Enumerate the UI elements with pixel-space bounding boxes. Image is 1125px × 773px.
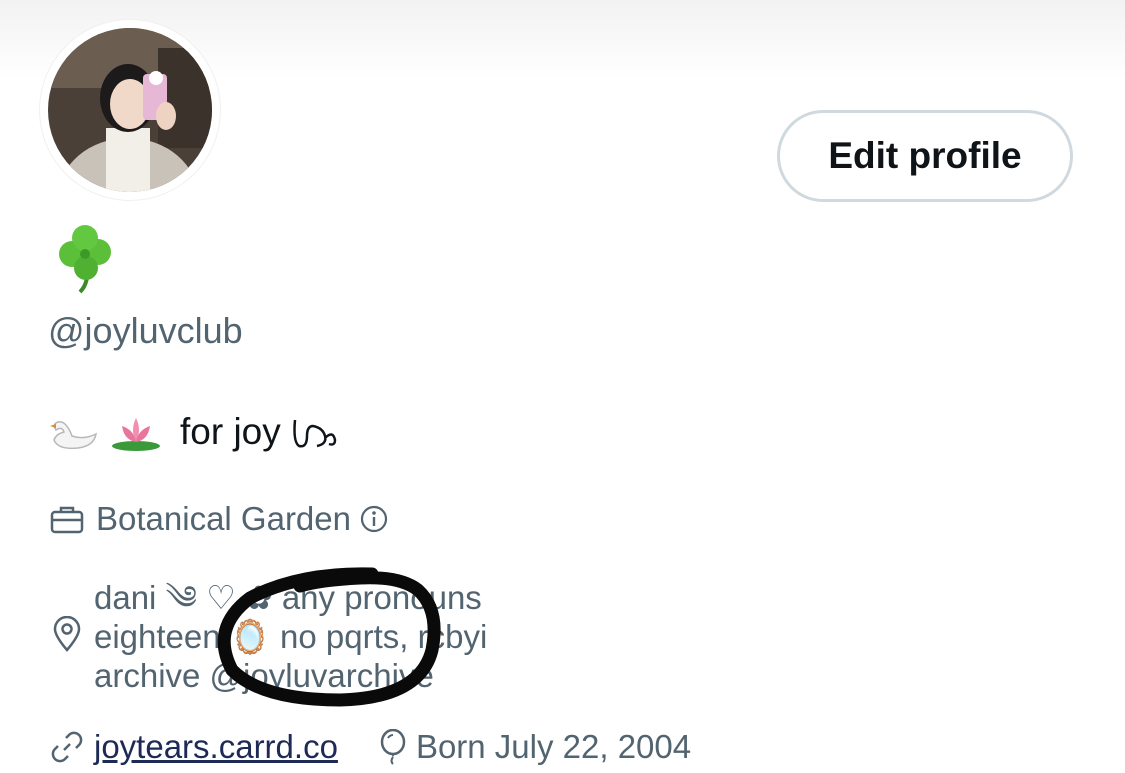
profile-avatar[interactable] bbox=[40, 20, 220, 200]
location-line: archive @joyluvarchive bbox=[94, 657, 434, 694]
info-icon[interactable] bbox=[359, 504, 389, 534]
briefcase-icon bbox=[50, 506, 84, 534]
profile-bio: for joy bbox=[48, 410, 349, 454]
avatar-photo bbox=[48, 28, 212, 192]
category-text: Botanical Garden bbox=[96, 500, 351, 537]
location-line: dani ༄ ♡ ✿ any pronouns bbox=[94, 579, 482, 616]
birthday: Born July 22, 2004 bbox=[378, 728, 691, 766]
shamrock-icon bbox=[59, 225, 111, 294]
location-line: eighteen 🪞 no pqrts, rcbyi bbox=[94, 618, 488, 655]
profile-handle: @joyluvclub bbox=[48, 310, 243, 351]
profile-meta-row: joytears.carrd.co Born July 22, 2004 bbox=[50, 728, 691, 766]
location-pin-icon bbox=[53, 616, 81, 652]
bio-text: for joy bbox=[180, 411, 281, 452]
website-link[interactable]: joytears.carrd.co bbox=[94, 728, 338, 766]
swan-icon bbox=[50, 421, 97, 450]
link-icon bbox=[51, 731, 83, 763]
lotus-icon bbox=[112, 418, 160, 451]
profile-category: Botanical Garden bbox=[50, 500, 389, 538]
ribbon-decoration bbox=[293, 419, 337, 448]
birthday-text: Born July 22, 2004 bbox=[415, 728, 692, 765]
edit-profile-button[interactable]: Edit profile bbox=[777, 110, 1073, 202]
balloon-icon bbox=[380, 729, 406, 765]
